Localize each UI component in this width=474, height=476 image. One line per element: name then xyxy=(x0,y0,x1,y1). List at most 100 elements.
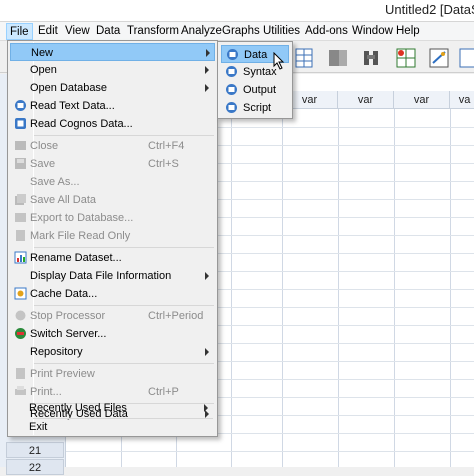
menu-item-save-all-data[interactable]: Save All Data xyxy=(10,191,215,209)
menu-item-label: Rename Dataset... xyxy=(30,252,122,264)
weight-cases-icon[interactable] xyxy=(424,44,452,70)
menu-graphs[interactable]: Graphs xyxy=(219,23,263,40)
menu-item-export-to-database[interactable]: Export to Database... xyxy=(10,209,215,227)
read-cognos-data-icon xyxy=(14,117,27,130)
window-title: Untitled2 [DataSe xyxy=(385,2,474,17)
menu-item-shortcut: Ctrl+S xyxy=(148,158,179,170)
menu-data[interactable]: Data xyxy=(93,23,123,40)
menu-item-open-database[interactable]: Open Database xyxy=(10,79,215,97)
menu-separator xyxy=(34,135,214,136)
variable-header[interactable]: var xyxy=(338,91,394,109)
menu-item-display-data-file-information[interactable]: Display Data File Information xyxy=(10,267,215,285)
export-to-database-icon xyxy=(14,211,27,224)
rename-dataset-icon xyxy=(14,251,27,264)
submenu-arrow-icon xyxy=(205,272,209,280)
select-cases-icon[interactable] xyxy=(456,44,474,70)
menu-item-save[interactable]: Save Ctrl+S xyxy=(10,155,215,173)
submenu-item-output[interactable]: Output xyxy=(221,81,289,99)
file-menu: New Open Open Database Read Text Data...… xyxy=(7,40,218,437)
variable-header[interactable]: va xyxy=(450,91,474,109)
menu-separator xyxy=(34,305,214,306)
menu-addons[interactable]: Add-ons xyxy=(302,23,351,40)
variable-header[interactable]: var xyxy=(394,91,450,109)
row-number[interactable]: 21 xyxy=(6,442,64,458)
menu-view[interactable]: View xyxy=(62,23,93,40)
menu-item-open[interactable]: Open xyxy=(10,61,215,79)
menu-item-label: Print Preview xyxy=(30,368,95,380)
menu-item-label: Mark File Read Only xyxy=(30,230,131,242)
split-file-icon[interactable] xyxy=(391,44,419,70)
menu-file[interactable]: File xyxy=(6,23,33,40)
submenu-item-label: Syntax xyxy=(243,66,277,78)
menu-item-label: Save xyxy=(30,158,56,170)
menu-item-label: Recently Used Files xyxy=(29,402,127,414)
menu-item-recently-used-files[interactable]: Recently Used Files xyxy=(9,399,214,417)
menu-item-new[interactable]: New xyxy=(10,43,215,61)
menu-item-shortcut: Ctrl+F4 xyxy=(148,140,185,152)
print-preview-icon xyxy=(14,367,27,380)
menu-item-print-preview[interactable]: Print Preview xyxy=(10,365,215,383)
menu-separator xyxy=(34,363,214,364)
menu-item-label: New xyxy=(31,47,54,59)
menu-item-label: Save All Data xyxy=(30,194,97,206)
menu-window[interactable]: Window xyxy=(349,23,396,40)
syntax-file-icon xyxy=(225,65,238,78)
submenu-arrow-icon xyxy=(205,84,209,92)
menu-item-read-cognos-data[interactable]: Read Cognos Data... xyxy=(10,115,215,133)
menu-utilities[interactable]: Utilities xyxy=(260,23,303,40)
submenu-item-label: Data xyxy=(244,49,268,61)
menu-item-repository[interactable]: Repository xyxy=(10,343,215,361)
menu-separator xyxy=(34,247,214,248)
close-icon xyxy=(14,139,27,152)
menu-transform[interactable]: Transform xyxy=(124,23,182,40)
menu-item-label: Open xyxy=(30,64,57,76)
find-icon[interactable] xyxy=(356,44,384,70)
menu-item-shortcut: Ctrl+Period xyxy=(148,310,204,322)
menu-item-label: Read Cognos Data... xyxy=(30,118,133,130)
menu-item-switch-server[interactable]: Switch Server... xyxy=(10,325,215,343)
menu-item-label: Display Data File Information xyxy=(30,270,172,282)
window-titlebar: Untitled2 [DataSe xyxy=(0,0,474,22)
menu-item-label: Switch Server... xyxy=(30,328,107,340)
menu-analyze[interactable]: Analyze xyxy=(178,23,225,40)
submenu-item-label: Output xyxy=(243,84,277,96)
menu-item-label: Close xyxy=(30,140,59,152)
menu-edit[interactable]: Edit xyxy=(35,23,61,40)
read-only-icon xyxy=(14,229,27,242)
menu-item-label: Read Text Data... xyxy=(30,100,115,112)
script-file-icon xyxy=(225,101,238,114)
submenu-arrow-icon xyxy=(205,348,209,356)
save-all-data-icon xyxy=(14,193,27,206)
mouse-cursor-icon xyxy=(273,51,285,73)
menu-item-cache-data[interactable]: Cache Data... xyxy=(10,285,215,303)
menu-item-close[interactable]: Close Ctrl+F4 xyxy=(10,137,215,155)
menu-item-rename-dataset[interactable]: Rename Dataset... xyxy=(10,249,215,267)
menu-item-label: Export to Database... xyxy=(30,212,134,224)
insert-variable-icon[interactable] xyxy=(289,44,317,70)
submenu-item-script[interactable]: Script xyxy=(221,99,289,117)
data-file-icon xyxy=(226,48,239,61)
menu-item-label: Repository xyxy=(30,346,83,358)
menu-item-mark-file-read-only[interactable]: Mark File Read Only xyxy=(10,227,215,245)
output-file-icon xyxy=(225,83,238,96)
submenu-arrow-icon xyxy=(204,404,208,412)
menu-item-label: Save As... xyxy=(30,176,80,188)
menu-item-save-as[interactable]: Save As... xyxy=(10,173,215,191)
submenu-arrow-icon xyxy=(205,66,209,74)
row-number[interactable]: 22 xyxy=(6,459,64,475)
menu-item-label: Cache Data... xyxy=(30,288,98,300)
menu-item-label: Stop Processor xyxy=(30,310,106,322)
grid-row-line xyxy=(66,451,474,452)
menu-help[interactable]: Help xyxy=(393,23,423,40)
submenu-item-label: Script xyxy=(243,102,272,114)
insert-cases-icon[interactable] xyxy=(323,44,351,70)
menu-item-stop-processor[interactable]: Stop Processor Ctrl+Period xyxy=(10,307,215,325)
menu-item-read-text-data[interactable]: Read Text Data... xyxy=(10,97,215,115)
stop-processor-icon xyxy=(14,309,27,322)
submenu-arrow-icon xyxy=(206,49,210,57)
menu-item-label: Open Database xyxy=(30,82,108,94)
menu-item-exit[interactable]: Exit xyxy=(9,418,214,436)
cache-data-icon xyxy=(14,287,27,300)
save-icon xyxy=(14,157,27,170)
menu-item-label: Exit xyxy=(29,421,48,433)
